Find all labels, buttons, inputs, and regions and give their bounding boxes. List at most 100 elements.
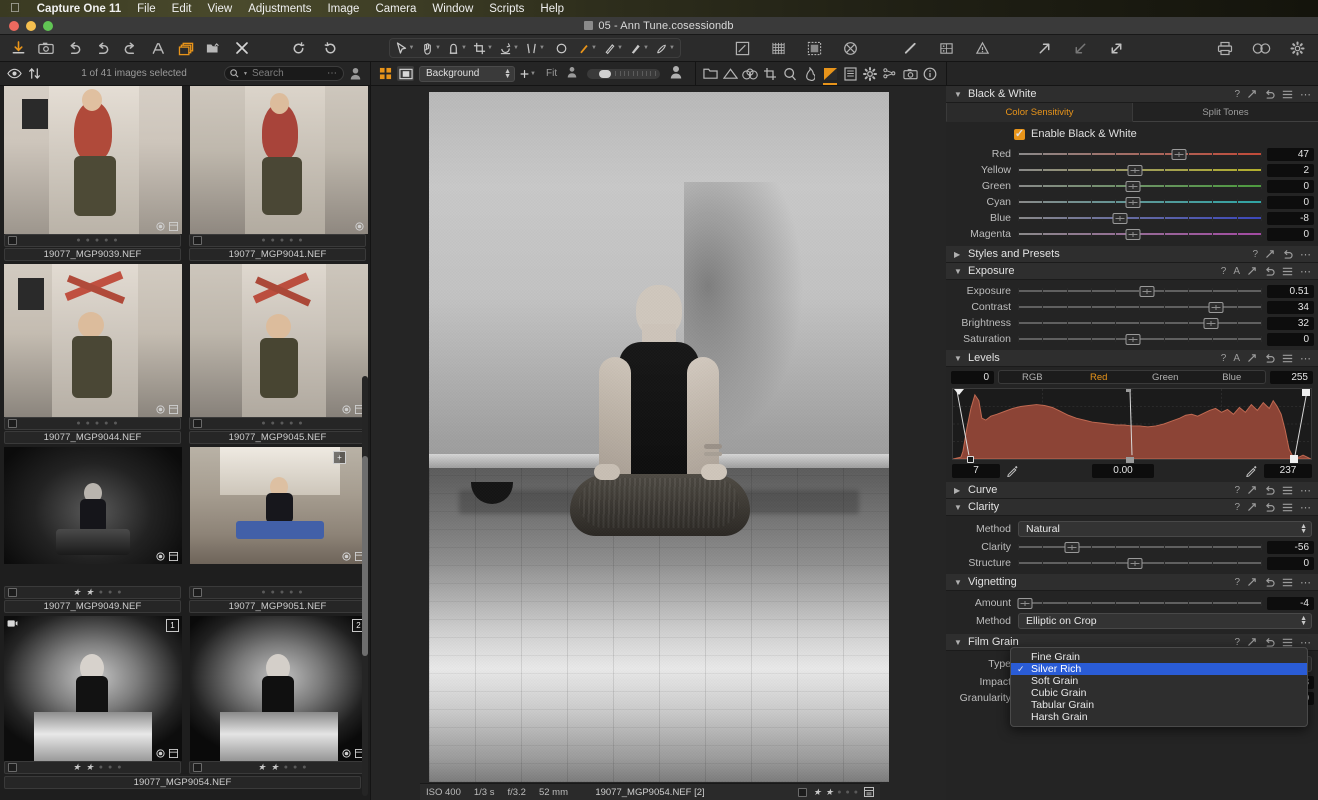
slider-value[interactable]: 34 xyxy=(1267,301,1314,314)
search-filter-caret-icon[interactable]: ▼ xyxy=(243,71,248,77)
levels-output-highlight[interactable]: 237 xyxy=(1264,464,1312,478)
section-header-icons[interactable]: ? ⋯ xyxy=(1234,88,1312,101)
rating-stars[interactable]: ★★●●● xyxy=(17,763,177,772)
levels-histogram[interactable] xyxy=(952,388,1312,460)
slider-track-area[interactable] xyxy=(1018,283,1262,299)
tab-split-tones[interactable]: Split Tones xyxy=(1133,103,1318,122)
search-options-icon[interactable]: ⋯ xyxy=(327,68,338,79)
undo-all-icon[interactable] xyxy=(63,38,85,58)
actions-icon[interactable]: ⋯ xyxy=(1300,88,1312,101)
thumbnail-rating-bar[interactable]: ★★●●● xyxy=(189,761,366,774)
chevron-updown-icon[interactable]: ▲▼ xyxy=(1300,524,1307,534)
chevron-down-icon[interactable]: ▼ xyxy=(954,267,962,276)
pick-icon[interactable] xyxy=(1247,485,1257,495)
slider-track-area[interactable] xyxy=(1018,299,1262,315)
slider-track-area[interactable] xyxy=(1018,226,1262,242)
tab-library[interactable] xyxy=(700,62,720,85)
slider-value[interactable]: 47 xyxy=(1267,148,1314,161)
section-header-icons[interactable]: ? ⋯ xyxy=(1234,484,1312,497)
channel-blue[interactable]: Blue xyxy=(1199,372,1266,383)
single-view-icon[interactable] xyxy=(397,66,414,81)
menu-scripts[interactable]: Scripts xyxy=(481,3,532,15)
tab-lens[interactable] xyxy=(740,62,760,85)
zoom-slider-knob[interactable] xyxy=(599,70,611,78)
export-icon[interactable] xyxy=(1033,38,1055,58)
levels-output-shadow[interactable]: 7 xyxy=(952,464,1000,478)
browser-scrollbar-thumb[interactable] xyxy=(362,456,368,656)
viewer-checkbox[interactable] xyxy=(798,788,807,797)
reset-icon[interactable] xyxy=(1264,502,1275,512)
fullscreen-icon[interactable] xyxy=(1105,38,1127,58)
thumbnail-checkbox[interactable] xyxy=(8,419,17,428)
section-header-icons[interactable]: ? A ⋯ xyxy=(1221,265,1312,278)
slider-knob[interactable] xyxy=(1203,318,1218,329)
rating-stars[interactable]: ★★●●● xyxy=(202,763,362,772)
tab-adjustments[interactable] xyxy=(840,62,860,85)
thumbnail-image[interactable]: 1 xyxy=(4,616,182,761)
clarity-method-select[interactable]: Natural ▲▼ xyxy=(1018,521,1312,537)
slider-track-area[interactable] xyxy=(1018,162,1262,178)
slider-vignette-amount[interactable]: Amount -4 xyxy=(946,595,1318,611)
slider-knob[interactable] xyxy=(1125,181,1140,192)
preferences-icon[interactable] xyxy=(1286,38,1308,58)
slider-saturation[interactable]: Saturation 0 xyxy=(946,331,1318,347)
actions-icon[interactable]: ⋯ xyxy=(1300,576,1312,589)
pick-icon[interactable] xyxy=(1247,577,1257,587)
section-header-vignetting[interactable]: ▼ Vignetting ? ⋯ xyxy=(946,574,1318,591)
slider-brightness[interactable]: Brightness 32 xyxy=(946,315,1318,331)
levels-channel-tabs[interactable]: RGB Red Green Blue xyxy=(998,370,1266,384)
tab-exposure[interactable] xyxy=(820,62,840,85)
thumbnail-image[interactable] xyxy=(4,264,182,417)
tab-color[interactable] xyxy=(800,62,820,85)
thumbnail-checkbox[interactable] xyxy=(193,763,202,772)
viewer-photo[interactable] xyxy=(429,92,889,782)
chevron-down-icon[interactable]: ▼ xyxy=(954,90,962,99)
section-header-styles-presets[interactable]: ▶ Styles and Presets ? ⋯ xyxy=(946,246,1318,263)
reset-icon[interactable] xyxy=(1264,485,1275,495)
chevron-down-icon[interactable]: ▼ xyxy=(954,638,962,647)
pick-icon[interactable] xyxy=(1247,637,1257,647)
pick-icon[interactable] xyxy=(1247,353,1257,363)
slider-value[interactable]: -56 xyxy=(1267,541,1314,554)
rotate-left-icon[interactable] xyxy=(287,38,309,58)
presets-icon[interactable] xyxy=(1282,503,1293,512)
slider-track-area[interactable] xyxy=(1018,194,1262,210)
slider-value[interactable]: 0 xyxy=(1267,557,1314,570)
pointer-tool-icon[interactable]: ▼ xyxy=(392,39,418,57)
actions-icon[interactable]: ⋯ xyxy=(1300,352,1312,365)
slider-cyan[interactable]: Cyan 0 xyxy=(946,194,1318,210)
slider-exposure[interactable]: Exposure 0.51 xyxy=(946,283,1318,299)
slider-clarity[interactable]: Clarity -56 xyxy=(946,539,1318,555)
rating-stars[interactable]: ●●●●● xyxy=(202,237,362,244)
viewer-rating-group[interactable]: ★★●●● xyxy=(798,787,874,797)
redo-icon[interactable] xyxy=(119,38,141,58)
pan-tool-icon[interactable]: ▼ xyxy=(418,39,444,57)
levels-output-mid[interactable]: 0.00 xyxy=(1092,464,1154,478)
slider-knob[interactable] xyxy=(1128,165,1143,176)
slider-contrast[interactable]: Contrast 34 xyxy=(946,299,1318,315)
presets-icon[interactable] xyxy=(1282,486,1293,495)
slider-track-area[interactable] xyxy=(1018,331,1262,347)
presets-icon[interactable] xyxy=(1282,267,1293,276)
thumbnail-image[interactable] xyxy=(190,264,368,417)
levels-input-black[interactable]: 0 xyxy=(951,371,994,384)
thumbnail-cell[interactable] xyxy=(4,264,182,417)
slider-knob[interactable] xyxy=(1125,197,1140,208)
thumbnail-cell[interactable] xyxy=(190,86,368,234)
text-tool-icon[interactable] xyxy=(147,38,169,58)
grid-view-icon[interactable] xyxy=(377,66,394,81)
help-icon[interactable]: ? xyxy=(1221,353,1227,364)
slider-knob[interactable] xyxy=(1064,542,1079,553)
slider-value[interactable]: 0 xyxy=(1267,196,1314,209)
slider-knob[interactable] xyxy=(1113,213,1128,224)
section-header-black-white[interactable]: ▼ Black & White ? ⋯ xyxy=(946,86,1318,103)
slider-knob[interactable] xyxy=(1128,558,1143,569)
section-header-icons[interactable]: ? ⋯ xyxy=(1234,576,1312,589)
thumbnail-image[interactable] xyxy=(4,447,182,564)
pick-icon[interactable] xyxy=(1265,249,1275,259)
section-header-clarity[interactable]: ▼ Clarity ? ⋯ xyxy=(946,499,1318,516)
actions-icon[interactable]: ⋯ xyxy=(1300,248,1312,261)
slider-knob[interactable] xyxy=(1125,334,1140,345)
channel-rgb[interactable]: RGB xyxy=(999,372,1066,383)
thumbnail-cell[interactable] xyxy=(4,86,182,234)
